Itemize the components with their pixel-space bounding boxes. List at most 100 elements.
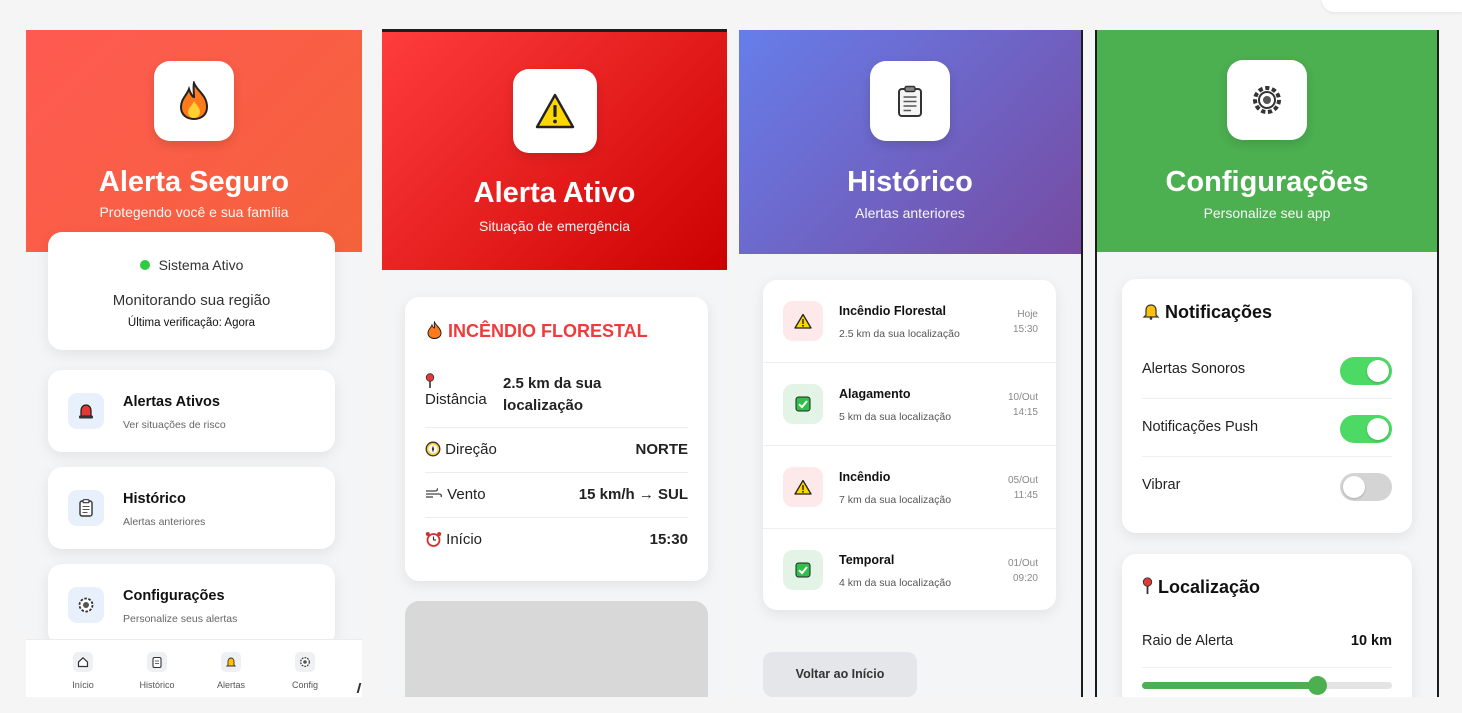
wind-icon xyxy=(425,486,443,503)
item-subtitle: 2.5 km da sua localização xyxy=(839,328,960,340)
menu-item-history[interactable]: Histórico Alertas anteriores xyxy=(48,467,335,549)
toggle-row-vibrate: Vibrar xyxy=(1142,457,1392,515)
scroll-indicator xyxy=(356,683,362,693)
pin-icon xyxy=(1142,577,1153,597)
pin-icon xyxy=(425,373,487,389)
home-header: Alerta Seguro Protegendo você e sua famí… xyxy=(26,30,362,252)
list-item[interactable]: Incêndio 7 km da sua localização 05/Out 1… xyxy=(763,446,1056,529)
toggle-label: Notificações Push xyxy=(1142,419,1259,435)
nav-home[interactable]: Início xyxy=(53,640,113,697)
menu-item-settings[interactable]: Configurações Personalize seus alertas xyxy=(48,564,335,646)
settings-screen: Configurações Personalize seu app Notifi… xyxy=(1095,30,1439,697)
detail-label: Vento xyxy=(447,486,486,503)
detail-value: NORTE xyxy=(635,441,689,458)
settings-subtitle: Personalize seu app xyxy=(1203,205,1331,221)
alarm-clock-icon xyxy=(425,531,442,548)
history-list: Incêndio Florestal 2.5 km da sua localiz… xyxy=(763,280,1056,610)
item-title: Alagamento xyxy=(839,387,911,401)
item-subtitle: 7 km da sua localização xyxy=(839,494,952,506)
toggle-row-sound: Alertas Sonoros xyxy=(1142,341,1392,399)
menu-subtitle: Personalize seus alertas xyxy=(123,613,238,625)
compass-icon xyxy=(425,441,441,458)
menu-subtitle: Ver situações de risco xyxy=(123,419,226,431)
last-check-text: Última verificação: Agora xyxy=(127,317,256,329)
nav-label: Histórico xyxy=(139,680,175,690)
toggle-knob xyxy=(1367,418,1389,440)
notifications-card: Notificações Alertas Sonoros Notificaçõe… xyxy=(1122,279,1412,533)
nav-alerts[interactable]: Alertas xyxy=(201,640,261,697)
fire-icon xyxy=(427,320,442,341)
history-screen: Histórico Alertas anteriores Incêndio Fl… xyxy=(739,30,1083,697)
check-icon xyxy=(783,550,823,590)
slider-thumb[interactable] xyxy=(1308,676,1327,695)
detail-value: 2.5 km da sua localização xyxy=(503,375,602,414)
alert-header: Alerta Ativo Situação de emergência xyxy=(382,32,727,270)
location-card: Localização Raio de Alerta 10 km xyxy=(1122,554,1412,697)
history-title: Histórico xyxy=(847,166,973,198)
app-title: Alerta Seguro xyxy=(98,166,290,198)
vibrate-toggle[interactable] xyxy=(1340,473,1392,501)
radius-slider[interactable] xyxy=(1142,676,1392,695)
system-status: Sistema Ativo xyxy=(48,257,335,273)
alert-subtitle: Situação de emergência xyxy=(479,218,630,234)
check-icon xyxy=(783,384,823,424)
list-item[interactable]: Alagamento 5 km da sua localização 10/Ou… xyxy=(763,363,1056,446)
radius-value: 10 km xyxy=(1350,633,1392,649)
item-title: Temporal xyxy=(839,553,895,567)
item-timestamp: Hoje 15:30 xyxy=(1012,309,1038,335)
menu-item-active-alerts[interactable]: Alertas Ativos Ver situações de risco xyxy=(48,370,335,452)
fire-alert-label: INCÊNDIO FLORESTAL xyxy=(448,321,648,341)
sound-alerts-toggle[interactable] xyxy=(1340,357,1392,385)
corner-tab xyxy=(1322,0,1462,12)
item-subtitle: 5 km da sua localização xyxy=(839,411,952,423)
detail-label: Distância xyxy=(425,391,487,408)
item-timestamp: 10/Out 14:15 xyxy=(1007,392,1038,418)
bottom-nav: Início Histórico Alertas Config xyxy=(26,639,362,697)
menu-title: Configurações xyxy=(123,588,225,604)
fire-alert-title: INCÊNDIO FLORESTAL xyxy=(427,320,648,342)
item-title: Incêndio xyxy=(839,470,891,484)
nav-config[interactable]: Config xyxy=(275,640,335,697)
location-label: Localização xyxy=(1158,577,1261,597)
home-icon xyxy=(73,652,93,672)
alert-screen: Alerta Ativo Situação de emergência INCÊ… xyxy=(382,29,727,697)
list-item[interactable]: Incêndio Florestal 2.5 km da sua localiz… xyxy=(763,280,1056,363)
item-title: Incêndio Florestal xyxy=(839,304,946,318)
clipboard-icon xyxy=(870,61,950,141)
radius-row: Raio de Alerta 10 km xyxy=(1142,616,1392,668)
list-item[interactable]: Temporal 4 km da sua localização 01/Out 0… xyxy=(763,529,1056,610)
detail-value: 15:30 xyxy=(649,531,688,548)
nav-label: Config xyxy=(291,680,318,690)
status-label: Sistema Ativo xyxy=(158,257,244,273)
stage: Alerta Seguro Protegendo você e sua famí… xyxy=(0,0,1462,713)
item-timestamp: 01/Out 09:20 xyxy=(1007,558,1038,584)
menu-subtitle: Alertas anteriores xyxy=(123,516,206,528)
gear-icon xyxy=(1227,60,1307,140)
history-header: Histórico Alertas anteriores xyxy=(739,30,1081,254)
warning-icon xyxy=(783,467,823,507)
settings-header: Configurações Personalize seu app xyxy=(1097,30,1437,252)
warning-icon xyxy=(512,69,597,153)
bell-icon xyxy=(1142,302,1160,322)
detail-label: Início xyxy=(446,531,483,548)
radius-label: Raio de Alerta xyxy=(1142,633,1234,649)
item-subtitle: 4 km da sua localização xyxy=(839,577,952,589)
alert-title: Alerta Ativo xyxy=(473,177,636,209)
detail-row-direction: Direção NORTE xyxy=(425,428,688,473)
status-card: Sistema Ativo Monitorando sua região Últ… xyxy=(48,232,335,350)
status-dot-icon xyxy=(139,260,150,270)
bell-icon xyxy=(221,652,241,672)
back-home-button[interactable]: Voltar ao Início xyxy=(763,652,917,697)
warning-icon xyxy=(783,301,823,341)
siren-icon xyxy=(68,393,104,429)
location-heading: Localização xyxy=(1142,577,1260,598)
settings-title: Configurações xyxy=(1165,166,1369,198)
clipboard-icon xyxy=(147,652,167,672)
toggle-knob xyxy=(1367,360,1389,382)
fire-icon xyxy=(154,61,234,141)
nav-label: Início xyxy=(72,680,94,690)
history-subtitle: Alertas anteriores xyxy=(855,205,965,221)
detail-row-wind: Vento 15 km/h → SUL xyxy=(425,473,688,518)
nav-history[interactable]: Histórico xyxy=(127,640,187,697)
push-notifications-toggle[interactable] xyxy=(1340,415,1392,443)
